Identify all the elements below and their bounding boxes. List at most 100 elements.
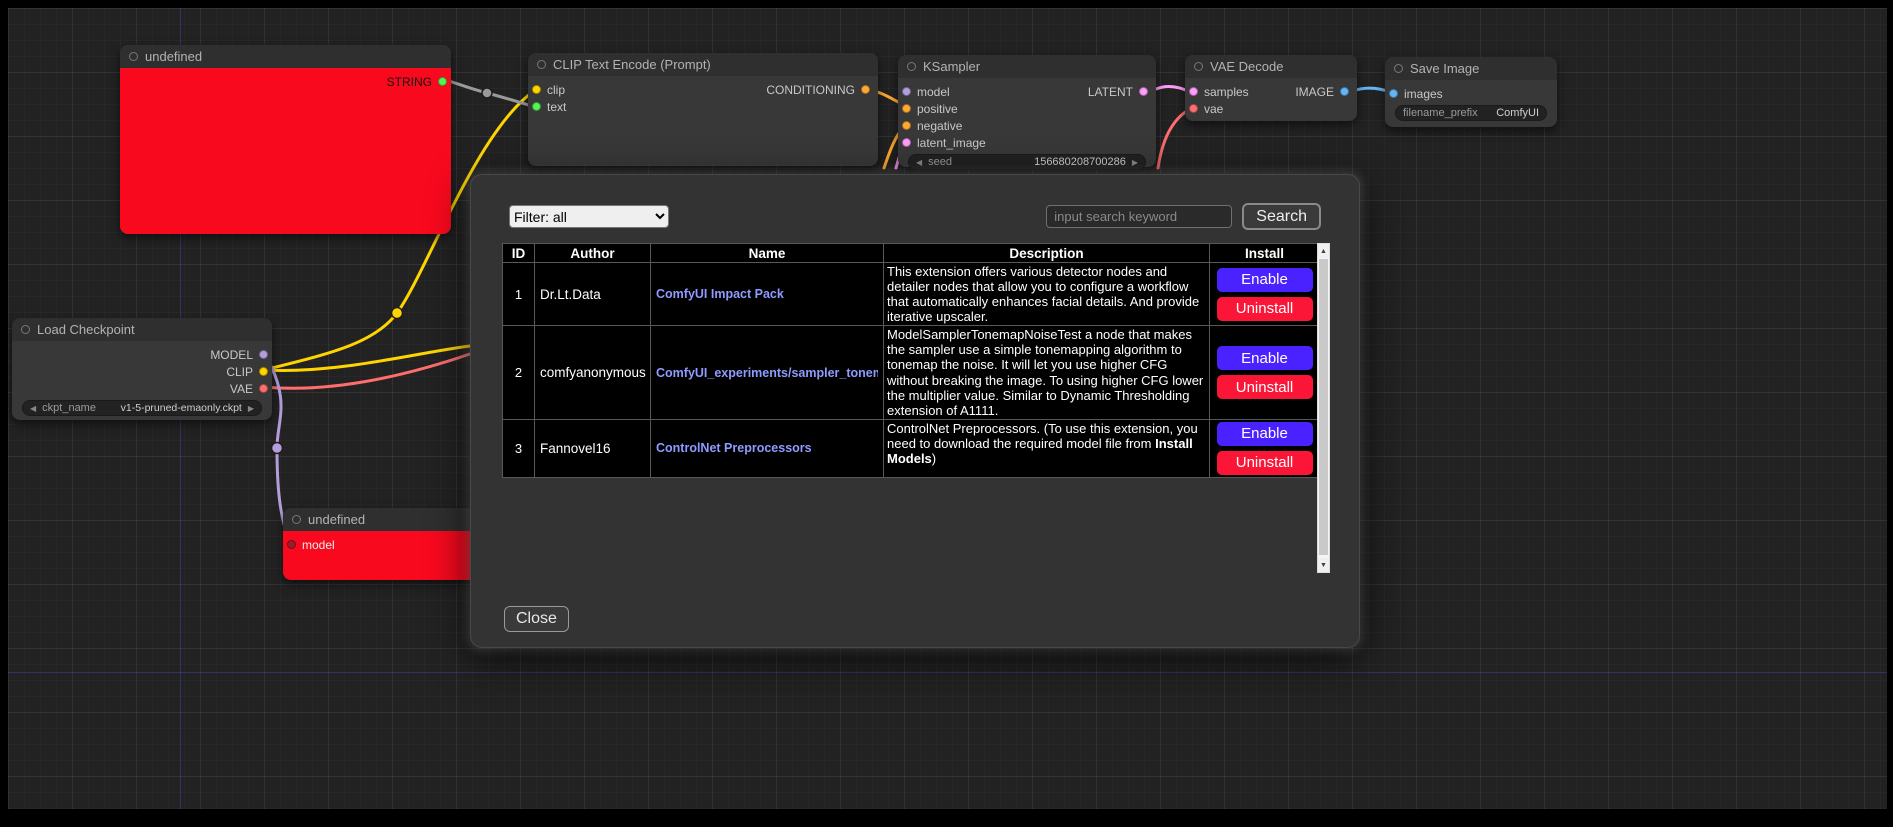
latent-image-slot-dot[interactable]: [902, 138, 911, 147]
node-title: undefined: [145, 49, 202, 64]
output-slot-latent[interactable]: LATENT: [1084, 83, 1152, 100]
node-header[interactable]: Save Image: [1385, 57, 1557, 80]
collapse-dot-icon[interactable]: [129, 52, 138, 61]
slot-label: clip: [547, 83, 565, 97]
clip-slot-dot[interactable]: [532, 85, 541, 94]
graph-canvas[interactable]: undefined STRING CLIP Text Encode (Promp…: [8, 8, 1887, 809]
input-slot-positive[interactable]: positive: [898, 100, 1156, 117]
seed-widget[interactable]: ◀ seed 156680208700286 ▶: [908, 154, 1146, 170]
collapse-dot-icon[interactable]: [907, 62, 916, 71]
model-slot-dot[interactable]: [287, 540, 296, 549]
output-slot-model[interactable]: MODEL: [12, 346, 272, 363]
ext-name-link[interactable]: ControlNet Preprocessors: [656, 441, 878, 455]
node-header[interactable]: undefined: [120, 45, 451, 68]
scroll-down-icon[interactable]: ▼: [1318, 558, 1329, 572]
node-header[interactable]: CLIP Text Encode (Prompt): [528, 53, 878, 76]
node-vae-decode[interactable]: VAE Decode IMAGE samples vae: [1185, 55, 1357, 121]
clip-slot-dot[interactable]: [259, 367, 268, 376]
latent-slot-dot[interactable]: [1139, 87, 1148, 96]
input-slot-latent-image[interactable]: latent_image: [898, 134, 1156, 151]
text-slot-dot[interactable]: [532, 102, 541, 111]
input-slot-images[interactable]: images: [1385, 85, 1557, 102]
node-ksampler[interactable]: KSampler LATENT model positive negative …: [898, 55, 1156, 167]
reroute-dot-clip[interactable]: [392, 308, 403, 319]
stepper-right-icon[interactable]: ▶: [1132, 158, 1138, 167]
collapse-dot-icon[interactable]: [1394, 64, 1403, 73]
node-header[interactable]: VAE Decode: [1185, 55, 1357, 78]
output-slot-string[interactable]: STRING: [120, 73, 451, 90]
slot-label: vae: [1204, 102, 1223, 116]
widget-label: ckpt_name: [42, 402, 96, 414]
node-clip-text-encode[interactable]: CLIP Text Encode (Prompt) CONDITIONING c…: [528, 53, 878, 166]
vae-slot-dot[interactable]: [1189, 104, 1198, 113]
input-slot-vae[interactable]: vae: [1185, 100, 1357, 117]
col-header-name: Name: [651, 244, 884, 263]
uninstall-button[interactable]: Uninstall: [1217, 297, 1313, 321]
input-slot-negative[interactable]: negative: [898, 117, 1156, 134]
collapse-dot-icon[interactable]: [21, 325, 30, 334]
node-body-error: STRING: [120, 68, 451, 234]
close-button[interactable]: Close: [504, 606, 569, 632]
slot-label: MODEL: [210, 348, 253, 362]
stepper-left-icon[interactable]: ◀: [916, 158, 922, 167]
slot-label: negative: [917, 119, 962, 133]
node-title: CLIP Text Encode (Prompt): [553, 57, 711, 72]
positive-slot-dot[interactable]: [902, 104, 911, 113]
output-slot-image[interactable]: IMAGE: [1291, 83, 1353, 100]
wire-vae-in: [1158, 109, 1190, 168]
widget-value: 156680208700286: [1034, 156, 1126, 168]
node-undefined-top[interactable]: undefined STRING: [120, 45, 451, 234]
uninstall-button[interactable]: Uninstall: [1217, 451, 1313, 475]
node-header[interactable]: KSampler: [898, 55, 1156, 78]
ext-id: 3: [503, 419, 535, 477]
model-slot-dot[interactable]: [902, 87, 911, 96]
vae-slot-dot[interactable]: [259, 384, 268, 393]
widget-value: v1-5-pruned-emaonly.ckpt: [121, 402, 242, 414]
slot-label: images: [1404, 87, 1443, 101]
uninstall-button[interactable]: Uninstall: [1217, 375, 1313, 399]
stepper-left-icon[interactable]: ◀: [30, 404, 36, 413]
conditioning-slot-dot[interactable]: [861, 85, 870, 94]
ext-name-link[interactable]: ComfyUI Impact Pack: [656, 287, 878, 301]
extension-row: 3 Fannovel16 ControlNet Preprocessors Co…: [503, 419, 1320, 477]
node-load-checkpoint[interactable]: Load Checkpoint MODEL CLIP VAE ◀ ckpt_na…: [12, 318, 272, 420]
ext-author: Dr.Lt.Data: [535, 263, 651, 326]
enable-button[interactable]: Enable: [1217, 422, 1313, 446]
enable-button[interactable]: Enable: [1217, 346, 1313, 370]
stepper-right-icon[interactable]: ▶: [248, 404, 254, 413]
ext-name-link[interactable]: ComfyUI_experiments/sampler_tonemap: [656, 366, 878, 380]
output-slot-vae[interactable]: VAE: [12, 380, 272, 397]
output-slot-conditioning[interactable]: CONDITIONING: [762, 81, 874, 98]
negative-slot-dot[interactable]: [902, 121, 911, 130]
extension-grid: ID Author Name Description Install 1 Dr.…: [502, 243, 1330, 573]
filter-select[interactable]: Filter: all: [509, 205, 669, 228]
table-scrollbar[interactable]: ▲ ▼: [1317, 243, 1330, 573]
ext-id: 1: [503, 263, 535, 326]
model-slot-dot[interactable]: [259, 350, 268, 359]
input-slot-text[interactable]: text: [528, 98, 878, 115]
filename-prefix-widget[interactable]: filename_prefix ComfyUI: [1395, 105, 1547, 121]
node-save-image[interactable]: Save Image images filename_prefix ComfyU…: [1385, 57, 1557, 127]
samples-slot-dot[interactable]: [1189, 87, 1198, 96]
scrollbar-thumb[interactable]: [1319, 259, 1328, 555]
images-slot-dot[interactable]: [1389, 89, 1398, 98]
ext-id: 2: [503, 326, 535, 419]
string-slot-dot[interactable]: [438, 77, 447, 86]
extension-row: 1 Dr.Lt.Data ComfyUI Impact Pack This ex…: [503, 263, 1320, 326]
ext-author: Fannovel16: [535, 419, 651, 477]
reroute-dot-string[interactable]: [482, 88, 492, 98]
reroute-dot-model[interactable]: [272, 443, 283, 454]
ckpt-name-widget[interactable]: ◀ ckpt_name v1-5-pruned-emaonly.ckpt ▶: [22, 400, 262, 416]
image-slot-dot[interactable]: [1340, 87, 1349, 96]
output-slot-clip[interactable]: CLIP: [12, 363, 272, 380]
node-header[interactable]: Load Checkpoint: [12, 318, 272, 341]
node-title: undefined: [308, 512, 365, 527]
enable-button[interactable]: Enable: [1217, 268, 1313, 292]
collapse-dot-icon[interactable]: [292, 515, 301, 524]
search-button[interactable]: Search: [1242, 203, 1321, 230]
collapse-dot-icon[interactable]: [1194, 62, 1203, 71]
scroll-up-icon[interactable]: ▲: [1318, 244, 1329, 258]
search-input[interactable]: [1046, 205, 1232, 228]
col-header-install: Install: [1210, 244, 1320, 263]
collapse-dot-icon[interactable]: [537, 60, 546, 69]
